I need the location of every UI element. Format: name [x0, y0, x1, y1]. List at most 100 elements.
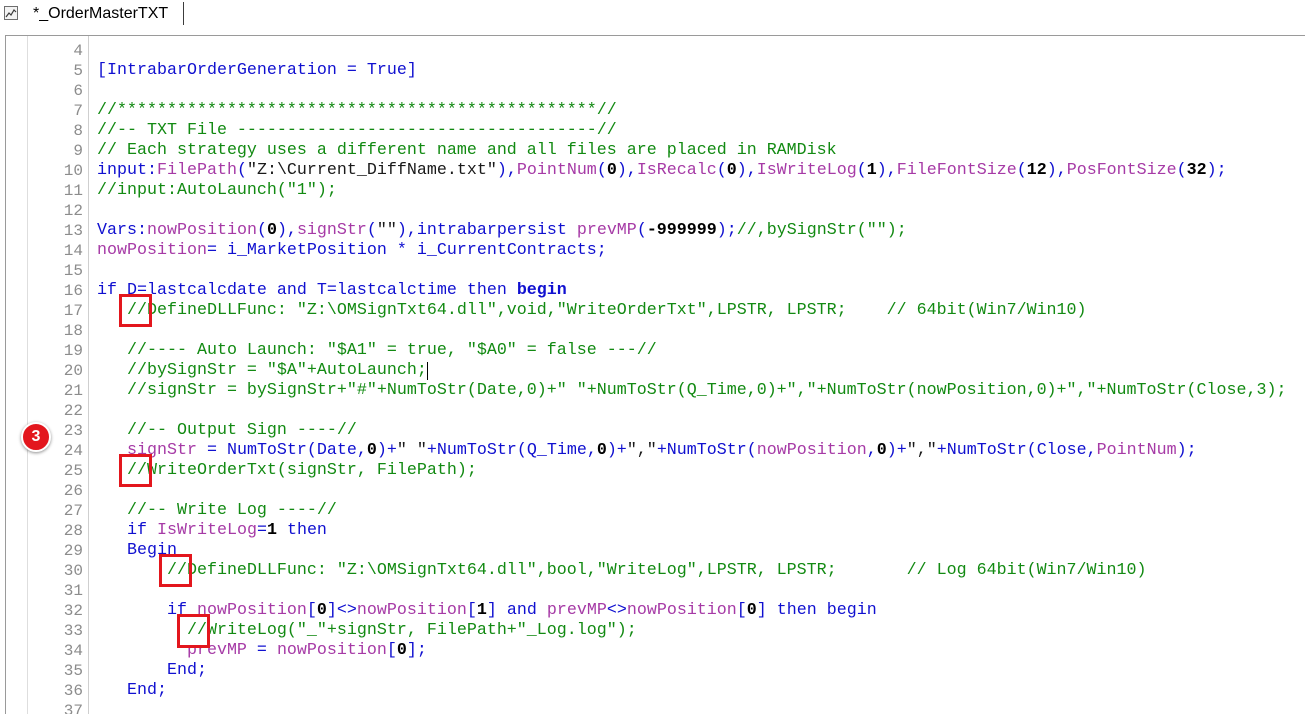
- keyword-token: End;: [97, 681, 167, 700]
- comment-token: //---- Auto Launch: "$A1" = true, "$A0" …: [97, 341, 657, 360]
- keyword-token: ),: [616, 161, 637, 180]
- code-line[interactable]: 35 End;: [6, 661, 1305, 681]
- line-number: 32: [63, 602, 83, 620]
- code-line[interactable]: 20 //bySignStr = "$A"+AutoLaunch;: [6, 361, 1305, 381]
- line-number: 14: [63, 242, 83, 260]
- code-text: // Each strategy uses a different name a…: [97, 141, 837, 161]
- code-line[interactable]: 10 input:FilePath("Z:\Current_DiffName.tx…: [6, 161, 1305, 181]
- keyword-token: )+: [606, 441, 627, 460]
- variable-token: IsWriteLog: [756, 161, 857, 180]
- comment-token: // Each strategy uses a different name a…: [97, 141, 837, 160]
- line-number: 15: [63, 262, 83, 280]
- keyword-token: );: [1206, 161, 1227, 180]
- keyword-token: = i_MarketPosition * i_CurrentContracts;: [206, 241, 607, 260]
- number-token: 12: [1026, 161, 1047, 180]
- keyword-token: ),intrabarpersist: [396, 221, 577, 240]
- number-token: 0: [606, 161, 617, 180]
- comment-token: //DefineDLLFunc: "Z:\OMSignTxt64.dll",vo…: [97, 301, 1087, 320]
- code-line[interactable]: 25 //WriteOrderTxt(signStr, FilePath);: [6, 461, 1305, 481]
- keyword-token: ] and: [486, 601, 547, 620]
- code-line[interactable]: 31: [6, 581, 1305, 601]
- code-text: if nowPosition[0]<>nowPosition[1] and pr…: [97, 601, 877, 621]
- keyword-token: ];: [406, 641, 427, 660]
- code-line[interactable]: 22: [6, 401, 1305, 421]
- variable-token: nowPosition: [356, 601, 467, 620]
- code-line[interactable]: 13 Vars:nowPosition(0),signStr(""),intrab…: [6, 221, 1305, 241]
- code-editor[interactable]: 4 5 [IntrabarOrderGeneration = True] 6 7 //**…: [5, 35, 1305, 714]
- variable-token: prevMP: [97, 641, 247, 660]
- variable-token: nowPosition: [196, 601, 307, 620]
- line-number: 28: [63, 522, 83, 540]
- string-token: ",": [626, 441, 657, 460]
- variable-token: FilePath: [156, 161, 237, 180]
- code-line[interactable]: 12: [6, 201, 1305, 221]
- number-token: 0: [366, 441, 377, 460]
- code-line[interactable]: 37: [6, 701, 1305, 714]
- keyword-token: then: [276, 521, 327, 540]
- line-number: 11: [63, 182, 83, 200]
- keyword-token: input:: [97, 161, 157, 180]
- code-line[interactable]: 9 // Each strategy uses a different name …: [6, 141, 1305, 161]
- variable-token: PointNum: [1096, 441, 1177, 460]
- line-number: 35: [63, 662, 83, 680]
- code-text: //DefineDLLFunc: "Z:\OMSignTxt64.dll",bo…: [97, 561, 1147, 581]
- code-line[interactable]: 11 //input:AutoLaunch("1");: [6, 181, 1305, 201]
- code-text: //-- Output Sign ----//: [97, 421, 357, 441]
- code-line[interactable]: 36 End;: [6, 681, 1305, 701]
- keyword-token: ),: [736, 161, 757, 180]
- line-number: 17: [63, 302, 83, 320]
- keyword-token: ),: [1046, 161, 1067, 180]
- code-line[interactable]: 7 //*************************************…: [6, 101, 1305, 121]
- code-line[interactable]: 28 if IsWriteLog=1 then: [6, 521, 1305, 541]
- comment-token: //-- Write Log ----//: [97, 501, 337, 520]
- code-line[interactable]: 23 //-- Output Sign ----//: [6, 421, 1305, 441]
- code-line[interactable]: 8 //-- TXT File -------------------------…: [6, 121, 1305, 141]
- keyword-token: [IntrabarOrderGeneration = True]: [97, 61, 417, 80]
- code-line[interactable]: 16 if D=lastcalcdate and T=lastcalctime t…: [6, 281, 1305, 301]
- code-text: Vars:nowPosition(0),signStr(""),intrabar…: [97, 221, 907, 241]
- keyword-token: )+: [886, 441, 907, 460]
- code-line[interactable]: 18: [6, 321, 1305, 341]
- highlight-box-comment-marker: [119, 294, 152, 327]
- keyword-token: (: [596, 161, 607, 180]
- number-token: -999999: [646, 221, 717, 240]
- code-line[interactable]: 15: [6, 261, 1305, 281]
- variable-token: PointNum: [516, 161, 597, 180]
- tab-title: *_OrderMasterTXT: [33, 5, 169, 22]
- highlight-box-comment-marker: [119, 454, 152, 487]
- code-line[interactable]: 21 //signStr = bySignStr+"#"+NumToStr(Da…: [6, 381, 1305, 401]
- keyword-token: if: [97, 521, 157, 540]
- code-text: signStr = NumToStr(Date,0)+" "+NumToStr(…: [97, 441, 1197, 461]
- variable-token: nowPosition: [146, 221, 257, 240]
- keyword-token: +NumToStr(: [656, 441, 757, 460]
- code-line[interactable]: 6: [6, 81, 1305, 101]
- code-line[interactable]: 24 signStr = NumToStr(Date,0)+" "+NumToS…: [6, 441, 1305, 461]
- code-line[interactable]: 19 //---- Auto Launch: "$A1" = true, "$A…: [6, 341, 1305, 361]
- tab-ordermastertxt[interactable]: *_OrderMasterTXT: [0, 0, 183, 28]
- line-number: 36: [63, 682, 83, 700]
- code-line[interactable]: 27 //-- Write Log ----//: [6, 501, 1305, 521]
- line-number: 21: [63, 382, 83, 400]
- code-line[interactable]: 29 Begin: [6, 541, 1305, 561]
- comment-token: //input:AutoLaunch("1");: [97, 181, 337, 200]
- keyword-token: +NumToStr(Close,: [936, 441, 1097, 460]
- code-line[interactable]: 14 nowPosition= i_MarketPosition * i_Curr…: [6, 241, 1305, 261]
- code-line[interactable]: 4: [6, 41, 1305, 61]
- code-line[interactable]: 26: [6, 481, 1305, 501]
- variable-token: nowPosition: [276, 641, 387, 660]
- code-line[interactable]: 30 //DefineDLLFunc: "Z:\OMSignTxt64.dll"…: [6, 561, 1305, 581]
- keyword-token: ),: [876, 161, 897, 180]
- string-token: " ": [396, 441, 427, 460]
- keyword-token: );: [716, 221, 737, 240]
- line-number: 6: [73, 82, 83, 100]
- code-text: //WriteOrderTxt(signStr, FilePath);: [97, 461, 477, 481]
- code-line[interactable]: 5 [IntrabarOrderGeneration = True]: [6, 61, 1305, 81]
- keyword-token: =: [246, 641, 277, 660]
- line-number: 25: [63, 462, 83, 480]
- keyword-token: = NumToStr(Date,: [196, 441, 367, 460]
- code-text: [IntrabarOrderGeneration = True]: [97, 61, 417, 81]
- keyword-token: +NumToStr(Q_Time,: [426, 441, 597, 460]
- code-line[interactable]: 17 //DefineDLLFunc: "Z:\OMSignTxt64.dll"…: [6, 301, 1305, 321]
- number-token: 0: [596, 441, 607, 460]
- line-number: 26: [63, 482, 83, 500]
